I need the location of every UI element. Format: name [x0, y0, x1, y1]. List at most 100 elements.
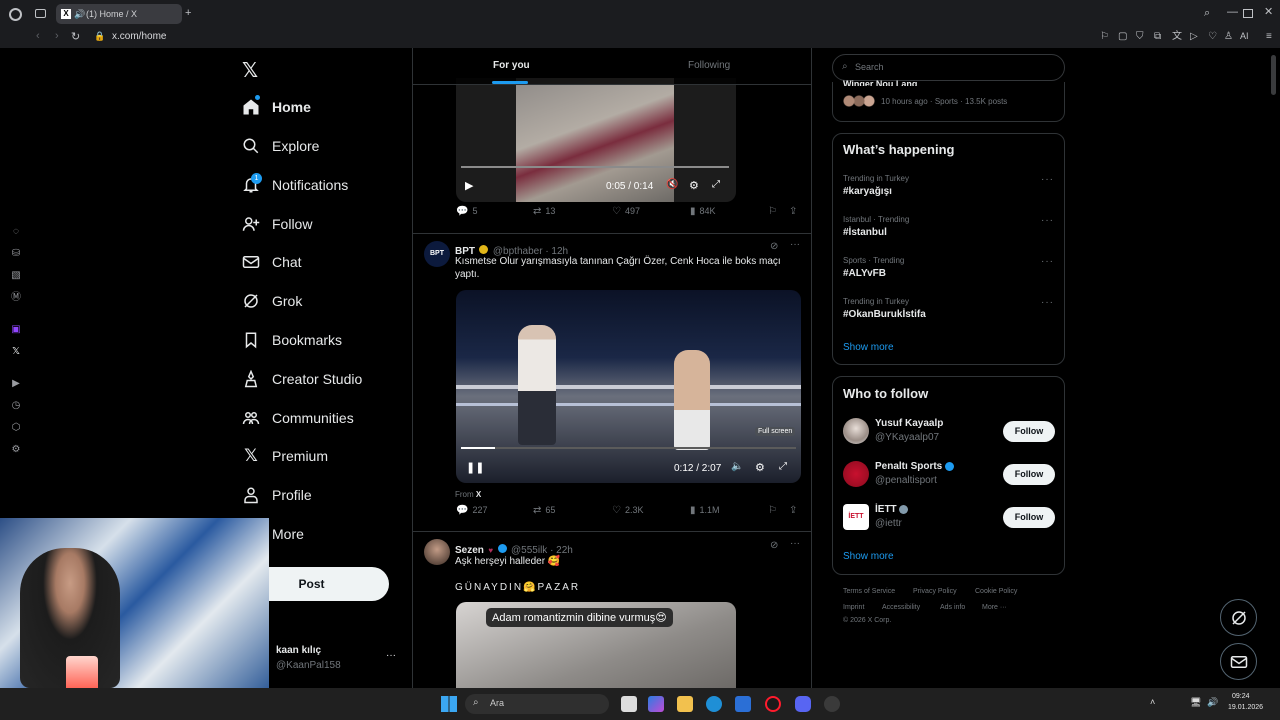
- footer-link[interactable]: Privacy Policy: [913, 588, 957, 595]
- edge-icon[interactable]: [706, 696, 722, 712]
- bookmark-icon[interactable]: ⚐: [1100, 32, 1109, 42]
- fullscreen-icon[interactable]: ⤢: [712, 179, 720, 190]
- video-progress[interactable]: [461, 166, 729, 168]
- back-icon[interactable]: ‹: [36, 31, 40, 42]
- follow-button[interactable]: Follow: [1003, 421, 1055, 442]
- trend-name[interactable]: #İstanbul: [843, 227, 887, 238]
- views-button[interactable]: ▮ 84K: [690, 206, 716, 217]
- nav-premium[interactable]: 𝕏 Premium: [240, 442, 328, 470]
- settings-icon[interactable]: ⚙: [689, 179, 699, 192]
- x-logo-icon[interactable]: 𝕏: [242, 58, 258, 83]
- speaker-icon[interactable]: 🔊: [74, 4, 85, 24]
- nav-home[interactable]: Home: [240, 93, 311, 121]
- footer-link[interactable]: Imprint: [843, 604, 864, 611]
- tweet-more-icon[interactable]: ···: [790, 538, 800, 549]
- tab-following[interactable]: Following: [688, 60, 730, 71]
- show-more-link[interactable]: Show more: [843, 342, 894, 353]
- snapshot-icon[interactable]: ▢: [1118, 32, 1127, 42]
- top-news-card[interactable]: Winger Nou Lang 10 hours ago · Sports · …: [832, 79, 1065, 122]
- menu-icon[interactable]: ≡: [1266, 32, 1272, 42]
- avatar[interactable]: [424, 539, 450, 565]
- like-button[interactable]: ♡ 497: [612, 206, 640, 217]
- aria-sidebar-icon[interactable]: ◌: [10, 226, 22, 238]
- network-icon[interactable]: 🖥: [1190, 697, 1201, 708]
- crypto-wallet-icon[interactable]: ⛁: [10, 248, 22, 260]
- tab-for-you[interactable]: For you: [493, 60, 530, 71]
- follow-suggestion-name[interactable]: İETT: [875, 504, 909, 515]
- workspace-icon[interactable]: [35, 9, 46, 18]
- reload-icon[interactable]: ↻: [71, 32, 80, 43]
- nav-follow[interactable]: Follow: [240, 210, 312, 238]
- steam-icon[interactable]: [824, 696, 840, 712]
- pause-icon[interactable]: ❚❚: [466, 461, 484, 474]
- extensions-sidebar-icon[interactable]: ⬡: [10, 422, 22, 434]
- nav-chat[interactable]: Chat: [240, 248, 302, 276]
- account-icon[interactable]: ♙: [1224, 32, 1233, 42]
- follow-button[interactable]: Follow: [1003, 507, 1055, 528]
- extensions-icon[interactable]: ⧉: [1154, 32, 1161, 42]
- show-more-link[interactable]: Show more: [843, 551, 894, 562]
- restore-icon[interactable]: [1243, 9, 1253, 18]
- settings-icon[interactable]: ⚙: [755, 461, 765, 474]
- forward-icon[interactable]: ›: [55, 31, 59, 42]
- page-scrollbar[interactable]: [1271, 55, 1276, 615]
- grok-tweet-icon[interactable]: ⊘: [770, 241, 778, 252]
- reply-button[interactable]: 💬 227: [456, 505, 487, 516]
- scrollbar-thumb[interactable]: [1271, 55, 1276, 95]
- tray-time[interactable]: 09:24: [1232, 693, 1250, 700]
- avatar[interactable]: [843, 418, 869, 444]
- tweet-more-icon[interactable]: ···: [790, 239, 800, 250]
- nav-bookmarks[interactable]: Bookmarks: [240, 326, 342, 354]
- opera-logo-icon[interactable]: [9, 8, 22, 21]
- trend-name[interactable]: #OkanBurukİstifa: [843, 309, 926, 320]
- avatar[interactable]: BPT: [424, 241, 450, 267]
- follow-suggestion-name[interactable]: Yusuf Kayaalp: [875, 418, 943, 429]
- browser-tab-active[interactable]: X 🔊 (1) Home / X: [56, 4, 182, 24]
- video-progress[interactable]: [461, 447, 796, 449]
- windows-start-icon[interactable]: [441, 696, 457, 712]
- translate-icon[interactable]: 文: [1172, 32, 1182, 42]
- aria-icon[interactable]: AI: [1240, 32, 1249, 41]
- video-player-1[interactable]: ▶ 0:05 / 0:14 🔇 ⚙ ⤢: [456, 78, 736, 202]
- footer-link[interactable]: Terms of Service: [843, 588, 895, 595]
- footer-link[interactable]: More ···: [982, 604, 1007, 611]
- tray-date[interactable]: 19.01.2026: [1228, 704, 1263, 711]
- footer-link[interactable]: Accessibility: [882, 604, 920, 611]
- play-icon[interactable]: ▶: [465, 179, 473, 192]
- messages-fab[interactable]: [1220, 643, 1257, 680]
- trend-more-icon[interactable]: ···: [1041, 174, 1054, 185]
- views-button[interactable]: ▮ 1.1M: [690, 505, 720, 516]
- nav-notifications[interactable]: 1 Notifications: [240, 171, 348, 199]
- volume-tray-icon[interactable]: 🔊: [1207, 697, 1218, 708]
- nav-grok[interactable]: Grok: [240, 287, 302, 315]
- discord-icon[interactable]: [795, 696, 811, 712]
- bookmark-button[interactable]: ⚐: [768, 206, 781, 217]
- footer-link[interactable]: Cookie Policy: [975, 588, 1017, 595]
- notes-icon[interactable]: ▧: [10, 270, 22, 282]
- footer-link[interactable]: Ads info: [940, 604, 965, 611]
- minimize-icon[interactable]: —: [1227, 7, 1238, 18]
- account-switcher[interactable]: kaan kılıç @KaanPal158 ···: [270, 640, 410, 676]
- x-sidebar-icon[interactable]: 𝕏: [10, 346, 22, 358]
- avatar[interactable]: İETT: [843, 504, 869, 530]
- grok-tweet-icon[interactable]: ⊘: [770, 540, 778, 551]
- reply-button[interactable]: 💬 5: [456, 206, 477, 217]
- new-tab-icon[interactable]: +: [185, 8, 191, 19]
- nav-communities[interactable]: Communities: [240, 404, 354, 432]
- bookmark-button[interactable]: ⚐: [768, 505, 781, 516]
- search-input[interactable]: ⌕ Search: [832, 54, 1065, 81]
- tray-chevron-icon[interactable]: ˄: [1150, 697, 1155, 707]
- tweet-media[interactable]: Adam romantizmin dibine vurmuş😍: [456, 602, 736, 688]
- mute-icon[interactable]: 🔇: [666, 179, 678, 190]
- grok-fab[interactable]: [1220, 599, 1257, 636]
- nav-profile[interactable]: Profile: [240, 481, 312, 509]
- nav-explore[interactable]: Explore: [240, 132, 319, 160]
- player-icon[interactable]: ▶: [10, 378, 22, 390]
- trend-more-icon[interactable]: ···: [1041, 297, 1054, 308]
- shield-icon[interactable]: ⛉: [1136, 32, 1144, 42]
- like-button[interactable]: ♡ 2.3K: [612, 505, 643, 516]
- file-explorer-icon[interactable]: [677, 696, 693, 712]
- share-button[interactable]: ⇪: [789, 206, 801, 217]
- opera-taskbar-icon[interactable]: [765, 696, 781, 712]
- more-dots-icon[interactable]: ···: [386, 650, 396, 661]
